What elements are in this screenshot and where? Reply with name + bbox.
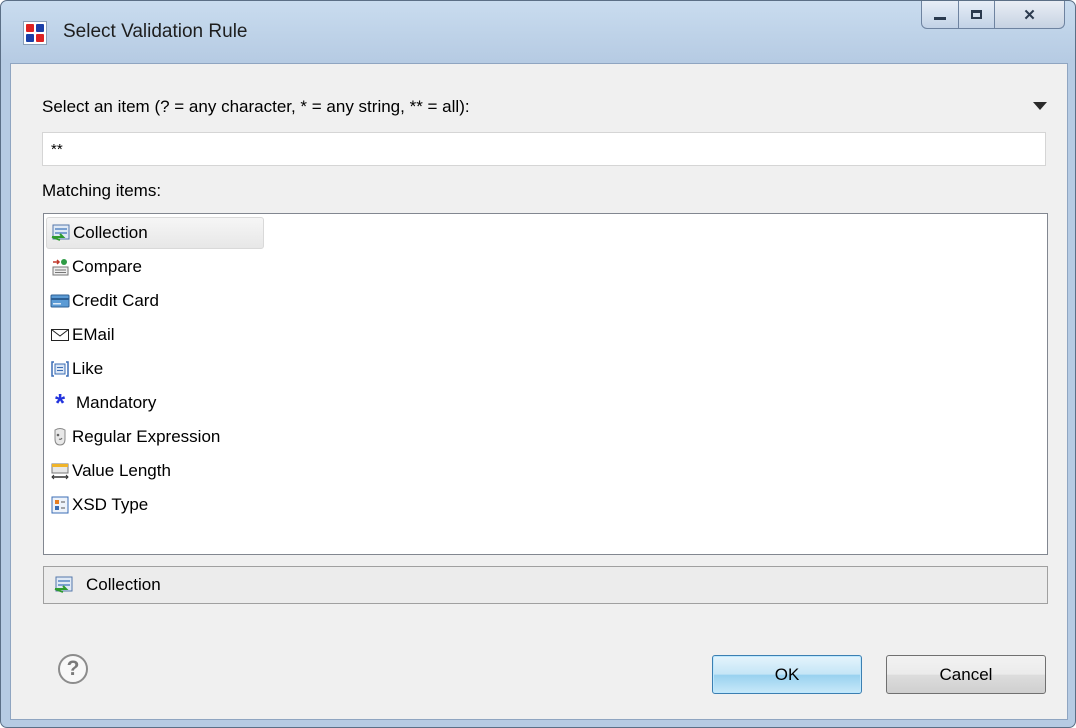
view-menu-dropdown-icon[interactable] xyxy=(1033,102,1047,110)
dialog-body: Select an item (? = any character, * = a… xyxy=(10,63,1068,720)
minimize-icon xyxy=(934,17,946,20)
minimize-button[interactable] xyxy=(921,1,959,29)
filter-input[interactable] xyxy=(42,132,1046,166)
list-item-label: XSD Type xyxy=(72,495,149,514)
list-item-value-length[interactable]: Value Length xyxy=(46,455,264,487)
collection-icon xyxy=(51,223,71,243)
list-item-regular-expression[interactable]: Regular Expression xyxy=(46,421,264,453)
help-icon: ? xyxy=(66,657,80,680)
selection-detail-panel: Collection xyxy=(43,566,1048,604)
title-bar[interactable]: Select Validation Rule ✕ xyxy=(1,1,1075,63)
list-item-collection[interactable]: Collection xyxy=(46,217,264,249)
list-item-xsd-type[interactable]: XSD Type xyxy=(46,489,264,521)
list-item-credit-card[interactable]: Credit Card xyxy=(46,285,264,317)
maximize-icon xyxy=(971,10,982,19)
app-icon xyxy=(23,21,47,45)
cancel-button[interactable]: Cancel xyxy=(886,655,1046,694)
credit-card-icon xyxy=(50,291,70,311)
matching-items-label: Matching items: xyxy=(42,181,162,200)
list-item-email[interactable]: EMail xyxy=(46,319,264,351)
close-button[interactable]: ✕ xyxy=(995,1,1065,29)
like-icon xyxy=(50,359,70,379)
caption-buttons: ✕ xyxy=(921,1,1065,31)
list-item-label: Value Length xyxy=(72,461,171,480)
maximize-button[interactable] xyxy=(959,1,995,29)
close-icon: ✕ xyxy=(1023,6,1036,24)
list-item-label: Regular Expression xyxy=(72,427,221,446)
list-item-label: Like xyxy=(72,359,104,378)
list-item-mandatory[interactable]: * Mandatory xyxy=(46,387,264,419)
list-item-label: Credit Card xyxy=(72,291,159,310)
regex-icon xyxy=(50,427,70,447)
matching-items-list[interactable]: Collection Compare Credit Card EMail Lik… xyxy=(43,213,1048,555)
ok-button[interactable]: OK xyxy=(712,655,862,694)
list-item-label: Collection xyxy=(73,223,148,242)
window-title: Select Validation Rule xyxy=(63,21,248,42)
email-icon xyxy=(50,325,70,345)
collection-icon xyxy=(54,575,74,595)
list-item-label: Mandatory xyxy=(76,393,157,412)
list-item-like[interactable]: Like xyxy=(46,353,264,385)
filter-prompt-label: Select an item (? = any character, * = a… xyxy=(42,97,470,116)
list-item-label: EMail xyxy=(72,325,115,344)
selection-detail-label: Collection xyxy=(86,575,161,594)
compare-icon xyxy=(50,257,70,277)
help-button[interactable]: ? xyxy=(58,654,88,684)
list-item-compare[interactable]: Compare xyxy=(46,251,264,283)
mandatory-asterisk-icon: * xyxy=(54,388,66,418)
xsd-type-icon xyxy=(50,495,70,515)
dialog-window: Select Validation Rule ✕ Select an item … xyxy=(0,0,1076,728)
list-item-label: Compare xyxy=(72,257,142,276)
value-length-icon xyxy=(50,461,70,481)
